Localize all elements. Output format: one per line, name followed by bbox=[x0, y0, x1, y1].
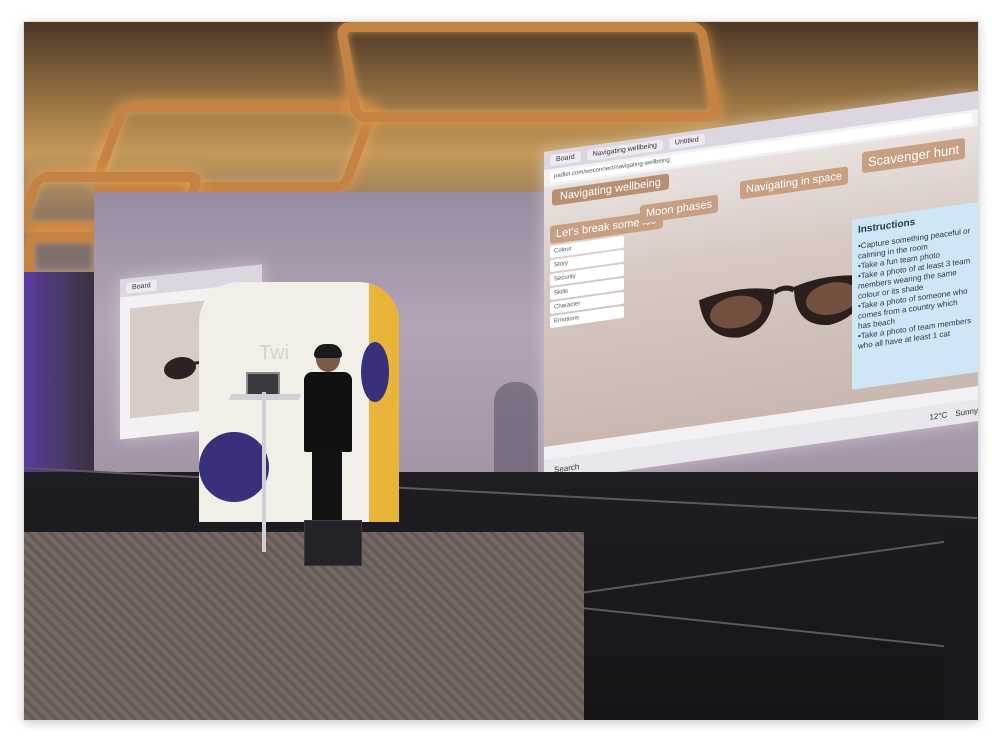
column-header[interactable]: Moon phases bbox=[640, 194, 719, 224]
speaker bbox=[298, 344, 358, 546]
browser-tab[interactable]: Untitled bbox=[668, 132, 705, 149]
banner-graphic bbox=[199, 432, 269, 502]
speaker-body bbox=[304, 372, 352, 452]
sunglasses-icon bbox=[699, 275, 869, 338]
weather-desc: Sunny bbox=[955, 405, 978, 418]
projection-screen-right: Board Navigating wellbeing Untitled padl… bbox=[544, 91, 978, 482]
column-header[interactable]: Navigating in space bbox=[740, 166, 849, 200]
instructions-panel: Instructions •Capture something peaceful… bbox=[852, 202, 978, 390]
browser-tab[interactable]: Board bbox=[550, 150, 581, 166]
column-header[interactable]: Scavenger hunt bbox=[862, 137, 966, 174]
weather-temp: 12°C bbox=[929, 409, 948, 422]
ceiling-light bbox=[335, 22, 723, 122]
stage-monitor bbox=[304, 520, 362, 566]
banner-graphic bbox=[369, 282, 399, 522]
banner-text: Twi bbox=[259, 342, 289, 364]
podium-stand bbox=[262, 392, 266, 552]
speaker-hair bbox=[314, 344, 342, 358]
side-menu: Colour Story Security Skills Character E… bbox=[550, 235, 624, 330]
stage-riser bbox=[944, 522, 978, 720]
banner-graphic bbox=[361, 342, 389, 402]
photo-frame: Board Board Navigating wellbeing Untitle… bbox=[24, 22, 978, 720]
browser-tab: Board bbox=[126, 279, 157, 294]
